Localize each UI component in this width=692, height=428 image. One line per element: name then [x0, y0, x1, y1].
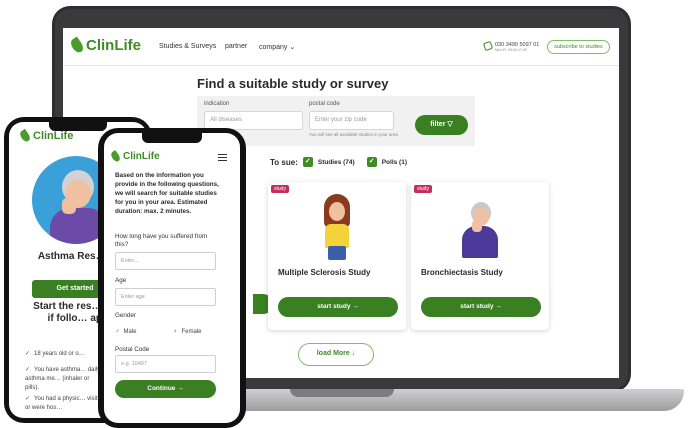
page-title: Find a suitable study or survey	[197, 76, 389, 91]
start-study-button[interactable]: start study →	[421, 297, 541, 317]
brand-name: ClinLife	[33, 130, 74, 142]
gender-female-option[interactable]: ♀ Female	[173, 321, 227, 343]
continue-button[interactable]: Continue →	[115, 380, 216, 398]
chevron-down-icon: ⌄	[289, 44, 296, 51]
studies-checkbox[interactable]: ✓	[302, 157, 313, 167]
study-tag: study	[414, 185, 432, 193]
phone-right-frame: ClinLife Based on the information you pr…	[98, 128, 246, 428]
female-label: Female	[181, 329, 202, 335]
phone-hours: Mon-Fr. 09:00-17:00	[495, 48, 527, 52]
leaf-icon	[68, 36, 86, 55]
leaf-icon	[18, 128, 32, 144]
criteria-item: 18 years old or o…	[25, 350, 103, 359]
gender-label: Gender	[115, 312, 137, 319]
brand-logo[interactable]: ClinLife	[109, 149, 160, 164]
studies-checkbox-label: Studies (74)	[317, 158, 355, 166]
site-header: ClinLife Studies & Surveys partner compa…	[63, 28, 619, 66]
start-study-button[interactable]: start study →	[278, 297, 398, 317]
gender-options: ♂ Male ♀ Female	[115, 321, 227, 343]
male-label: Male	[123, 329, 137, 335]
duration-question-label: How long have you suffered from this?	[115, 233, 208, 248]
phone-icon	[482, 40, 494, 52]
male-icon: ♂	[115, 329, 120, 335]
age-label: Age	[115, 277, 127, 284]
woman-illustration-icon	[317, 194, 357, 260]
polls-checkbox-label: Polls (1)	[381, 158, 407, 166]
load-more-button[interactable]: load More ↓	[298, 343, 374, 366]
type-filter-row: To sue: ✓ Studies (74) ✓ Polls (1)	[270, 157, 414, 167]
questionnaire-intro: Based on the information you provide in …	[115, 172, 219, 215]
filter-button[interactable]: filter ▽	[415, 115, 468, 135]
nav-company-label: company	[259, 44, 288, 51]
criteria-item: You had a physic… visit or were hos…	[25, 395, 103, 413]
study-card[interactable]: study Bronchiectasis Study start study →	[411, 182, 549, 330]
female-icon: ♀	[173, 329, 178, 335]
phone-right-screen: ClinLife Based on the information you pr…	[104, 133, 240, 423]
brand-name: ClinLife	[123, 151, 160, 162]
subscribe-button[interactable]: subscribe to studies	[547, 40, 610, 54]
elderly-man-illustration-icon	[458, 200, 502, 258]
gender-male-option[interactable]: ♂ Male	[115, 321, 169, 343]
brand-name: ClinLife	[86, 37, 141, 54]
device-mockup-stage: ClinLife Studies & Surveys partner compa…	[0, 0, 692, 428]
to-sue-label: To sue:	[270, 157, 298, 167]
criteria-item: You have asthma… daily asthma me… (inhal…	[25, 366, 103, 393]
nav-partner[interactable]: partner	[225, 43, 247, 50]
postal-code-label: Postal Code	[115, 346, 150, 353]
hamburger-menu-icon[interactable]	[218, 154, 227, 161]
postal-code-label: postal code	[309, 101, 340, 107]
polls-checkbox[interactable]: ✓	[366, 157, 377, 167]
nav-company[interactable]: company ⌄	[259, 43, 295, 51]
laptop-hinge-notch	[290, 389, 394, 397]
age-input[interactable]: Enter age	[115, 288, 216, 306]
nav-studies-surveys[interactable]: Studies & Surveys	[159, 43, 216, 50]
card-title: Bronchiectasis Study	[421, 268, 503, 277]
brand-logo[interactable]: ClinLife	[68, 36, 141, 55]
postal-code-input[interactable]: Enter your zip code	[309, 111, 394, 130]
study-tag: study	[271, 185, 289, 193]
card-title: Multiple Sclerosis Study	[278, 268, 371, 277]
duration-input[interactable]: Enter...	[115, 252, 216, 270]
postal-code-input[interactable]: e.g. 10407	[115, 355, 216, 373]
leaf-icon	[109, 149, 122, 164]
study-card[interactable]: study Multiple Sclerosis Study start stu…	[268, 182, 406, 330]
phone-notch	[142, 133, 202, 143]
indication-label: indication	[204, 101, 230, 107]
postal-code-note: You will see all available studies in yo…	[309, 132, 398, 137]
brand-logo[interactable]: ClinLife	[18, 128, 74, 144]
phone-contact[interactable]: 030 3490 5097 01 Mon-Fr. 09:00-17:00	[482, 40, 539, 52]
